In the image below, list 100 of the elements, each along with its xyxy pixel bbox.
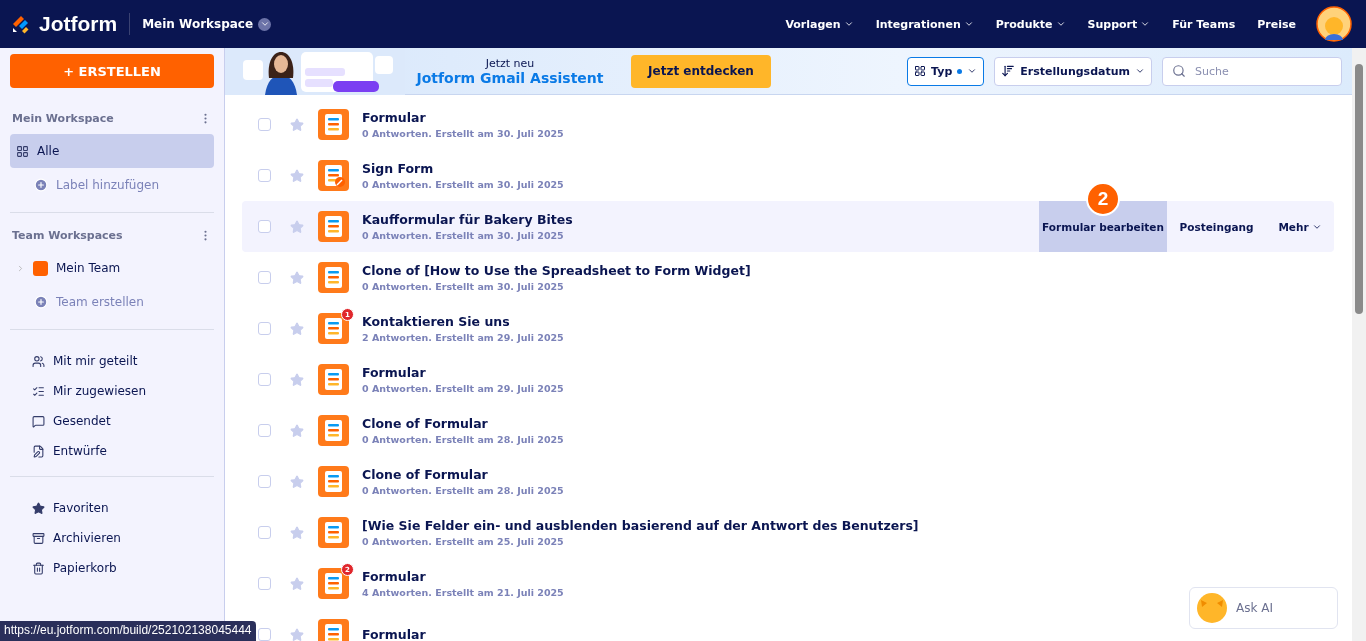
section-title: Mein Workspace — [12, 111, 114, 125]
form-icon — [318, 313, 349, 344]
chevron-down-icon — [1135, 66, 1145, 76]
form-icon — [318, 517, 349, 548]
chevron-down-icon — [259, 19, 270, 29]
search-icon — [1172, 63, 1186, 78]
nav-link[interactable]: Integrationen — [875, 17, 974, 31]
form-icon — [318, 364, 349, 395]
checkbox[interactable] — [258, 526, 271, 539]
chevron-down-icon — [1055, 19, 1066, 29]
form-title: Formular — [362, 365, 427, 380]
checkbox[interactable] — [258, 628, 271, 641]
sidebar-item[interactable]: Archivieren — [10, 523, 214, 553]
checkbox[interactable] — [258, 475, 271, 488]
form-subtitle: 0 Antworten. Erstellt am 30. Juli 2025 — [362, 230, 565, 241]
star-icon[interactable] — [290, 270, 304, 285]
sidebar-item[interactable]: Label hinzufügen — [10, 168, 214, 202]
checkbox[interactable] — [258, 373, 271, 386]
form-icon — [318, 109, 349, 140]
checkbox[interactable] — [258, 322, 271, 335]
row-action-button[interactable]: Mehr — [1266, 201, 1334, 252]
type-filter-button[interactable]: Typ — [907, 56, 985, 86]
sort-icon — [1001, 64, 1016, 78]
star-icon — [32, 501, 45, 515]
discover-button[interactable]: Jetzt entdecken — [631, 54, 771, 88]
star-icon[interactable] — [290, 168, 304, 183]
nav-link[interactable]: Vorlagen — [785, 17, 854, 31]
section-title: Team Workspaces — [12, 228, 123, 242]
sidebar-item[interactable]: Mit mir geteilt — [10, 346, 214, 376]
form-title: Clone of Formular — [362, 467, 489, 482]
star-icon[interactable] — [290, 117, 304, 132]
url-tooltip: https://eu.jotform.com/build/252102138045444 — [0, 621, 256, 641]
archive-icon — [32, 531, 45, 545]
form-subtitle: 0 Antworten. Erstellt am 30. Juli 2025 — [362, 281, 565, 292]
form-icon — [318, 568, 349, 599]
trash-icon — [32, 561, 45, 575]
star-icon[interactable] — [290, 372, 304, 387]
form-subtitle: 2 Antworten. Erstellt am 29. Juli 2025 — [362, 332, 564, 343]
team-logo-icon — [33, 260, 48, 276]
banner-eyebrow: Jetzt neu — [485, 56, 535, 70]
form-subtitle: 0 Antworten. Erstellt am 30. Juli 2025 — [362, 179, 564, 190]
star-icon[interactable] — [290, 627, 304, 641]
star-icon[interactable] — [290, 525, 304, 540]
chevron-down-icon — [843, 19, 854, 29]
document-edit-icon — [32, 444, 45, 458]
star-icon[interactable] — [290, 474, 304, 489]
form-icon — [318, 415, 349, 446]
checkbox[interactable] — [258, 424, 271, 437]
nav-link[interactable]: Produkte — [995, 17, 1066, 31]
sidebar-item[interactable]: Alle — [10, 134, 214, 168]
sidebar-item[interactable]: Favoriten — [10, 493, 214, 523]
star-icon[interactable] — [290, 219, 304, 234]
checkbox[interactable] — [258, 271, 271, 284]
form-title: Formular — [362, 569, 427, 584]
assistant-avatar-icon — [1196, 592, 1228, 624]
form-icon — [318, 262, 349, 293]
checkbox[interactable] — [258, 220, 271, 233]
grid-icon — [914, 65, 927, 77]
form-subtitle: 0 Antworten. Erstellt am 28. Juli 2025 — [362, 434, 564, 445]
chevron-down-icon — [963, 19, 974, 29]
search-field[interactable]: Suche — [1162, 56, 1342, 86]
sidebar-item[interactable]: Papierkorb — [10, 553, 214, 583]
workspace-button[interactable]: Mein Workspace — [142, 17, 272, 31]
step-badge: 2 — [1086, 182, 1120, 216]
sidebar-item[interactable]: Mein Team — [10, 251, 214, 285]
message-icon — [32, 414, 45, 428]
avatar[interactable] — [1316, 6, 1352, 42]
sort-button[interactable]: Erstellungsdatum — [994, 56, 1152, 86]
checkbox[interactable] — [258, 118, 271, 131]
add-icon — [34, 295, 48, 309]
sidebar-item[interactable]: Gesendet — [10, 406, 214, 436]
row-action-button[interactable]: Posteingang — [1167, 201, 1266, 252]
form-title: Clone of [How to Use the Spreadsheet to Form Widget] — [362, 263, 751, 278]
chevron-down-icon — [967, 66, 978, 76]
sidebar-item[interactable]: Entwürfe — [10, 436, 214, 466]
banner-headline: Jotform Gmail Assistent — [416, 69, 604, 86]
star-icon[interactable] — [290, 321, 304, 336]
form-subtitle: 0 Antworten. Erstellt am 29. Juli 2025 — [362, 383, 564, 394]
star-icon[interactable] — [290, 423, 304, 438]
checkbox[interactable] — [258, 577, 271, 590]
form-subtitle: 4 Antworten. Erstellt am 21. Juli 2025 — [362, 587, 564, 598]
checkbox[interactable] — [258, 169, 271, 182]
nav-link[interactable]: Support — [1087, 17, 1151, 31]
ask-ai-button[interactable]: Ask AI — [1189, 587, 1338, 629]
form-title: Formular — [362, 627, 426, 641]
nav-link[interactable]: Für Teams — [1172, 17, 1236, 31]
nav-link[interactable]: Preise — [1257, 17, 1296, 31]
active-dot — [957, 68, 963, 74]
chevron-down-icon — [1140, 19, 1151, 29]
users-icon — [32, 354, 45, 368]
caret-icon[interactable] — [16, 263, 25, 273]
form-subtitle: 0 Antworten. Erstellt am 25. Juli 2025 — [362, 536, 565, 547]
scrollbar[interactable] — [1352, 48, 1366, 641]
form-title: Kaufformular für Bakery Bites — [362, 212, 573, 227]
logo-text: Jotform — [39, 12, 118, 36]
add-icon — [34, 178, 48, 192]
logo-icon — [10, 13, 32, 35]
sidebar-item[interactable]: Mir zugewiesen — [10, 376, 214, 406]
star-icon[interactable] — [290, 576, 304, 591]
form-title: Sign Form — [362, 161, 435, 176]
